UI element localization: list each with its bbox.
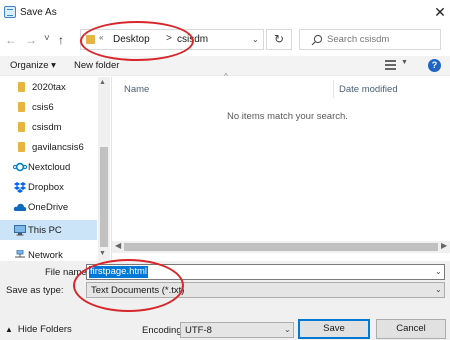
- view-options-icon[interactable]: [385, 60, 396, 70]
- new-folder-button[interactable]: New folder: [74, 60, 119, 71]
- pc-icon: [14, 225, 26, 239]
- chevron-down-icon[interactable]: ⌄: [435, 285, 442, 294]
- nav-item-2020tax[interactable]: 2020tax: [0, 77, 97, 97]
- dropbox-icon: [14, 181, 26, 196]
- cancel-button[interactable]: Cancel: [376, 319, 446, 339]
- chevron-down-icon[interactable]: ⌄: [252, 35, 259, 44]
- onedrive-icon: [13, 203, 27, 215]
- search-input[interactable]: [327, 32, 437, 47]
- organize-menu[interactable]: Organize ▾: [10, 60, 56, 71]
- column-header-name[interactable]: Name: [124, 84, 149, 95]
- breadcrumb-desktop[interactable]: Desktop: [113, 34, 150, 45]
- nav-item-label: csis6: [32, 102, 54, 113]
- scrollbar-thumb[interactable]: [100, 147, 108, 247]
- title-bar: Save As ✕: [0, 0, 450, 26]
- nav-item-label: Nextcloud: [28, 162, 71, 173]
- refresh-button[interactable]: ↻: [266, 29, 292, 50]
- nav-item-onedrive[interactable]: OneDrive: [0, 197, 97, 217]
- nav-item-label: This PC: [28, 225, 62, 236]
- chevron-down-icon[interactable]: ▼: [401, 59, 408, 66]
- folder-icon: [86, 35, 95, 44]
- hide-folders-button[interactable]: ▲ Hide Folders: [5, 324, 72, 335]
- breadcrumb-separator[interactable]: >: [166, 33, 172, 44]
- nav-item-label: Network: [28, 250, 63, 261]
- nav-item-dropbox[interactable]: Dropbox: [0, 177, 97, 197]
- nav-item-csis6[interactable]: csis6: [0, 97, 97, 117]
- encoding-select[interactable]: UTF-8 ⌄: [180, 322, 294, 338]
- file-name-label: File name:: [45, 267, 90, 278]
- search-icon: [311, 34, 323, 46]
- nav-item-label: Dropbox: [28, 182, 64, 193]
- nav-item-this-pc[interactable]: This PC: [0, 220, 97, 240]
- network-icon: [14, 249, 26, 261]
- address-bar[interactable]: « Desktop > csisdm: [80, 29, 264, 50]
- save-button[interactable]: Save: [298, 319, 370, 339]
- save-dialog-icon: [4, 6, 16, 18]
- nav-pane-scrollbar[interactable]: ▲ ▼: [98, 77, 110, 261]
- close-button[interactable]: ✕: [432, 3, 448, 21]
- nav-item-label: gavilancsis6: [32, 142, 84, 153]
- column-divider[interactable]: [333, 80, 334, 98]
- breadcrumb-csisdm[interactable]: csisdm: [177, 34, 208, 45]
- up-folder-icon[interactable]: ↑: [58, 33, 64, 47]
- nav-item-csisdm[interactable]: csisdm: [0, 117, 97, 137]
- nav-item-gavilancsis6[interactable]: gavilancsis6: [0, 137, 97, 157]
- nav-item-label: 2020tax: [32, 82, 66, 93]
- nextcloud-icon: [12, 162, 28, 175]
- window-title: Save As: [20, 7, 57, 18]
- breadcrumb-overflow-icon[interactable]: «: [99, 33, 103, 42]
- folder-icon: [18, 122, 25, 132]
- nav-item-nextcloud[interactable]: Nextcloud: [0, 157, 97, 177]
- save-as-type-value: Text Documents (*.txt): [91, 285, 185, 296]
- nav-item-network[interactable]: Network: [0, 245, 97, 261]
- search-box[interactable]: [299, 29, 441, 50]
- sort-ascending-icon: ^: [224, 72, 228, 81]
- back-icon[interactable]: ←: [5, 33, 17, 47]
- hide-folders-label: Hide Folders: [17, 324, 72, 335]
- navigation-pane: 2020tax csis6 csisdm gavilancsis6 Nextcl…: [0, 77, 111, 261]
- chevron-down-icon[interactable]: ⌄: [284, 325, 291, 334]
- save-as-type-label: Save as type:: [6, 285, 64, 296]
- folder-icon: [18, 82, 25, 92]
- horizontal-scrollbar[interactable]: ◀ ▶: [112, 241, 450, 253]
- folder-icon: [18, 102, 25, 112]
- encoding-label: Encoding:: [142, 325, 185, 336]
- forward-icon[interactable]: →: [25, 33, 37, 47]
- scroll-up-icon[interactable]: ▲: [99, 79, 106, 86]
- encoding-value: UTF-8: [185, 325, 212, 336]
- nav-item-label: csisdm: [32, 122, 62, 133]
- chevron-up-icon: ▲: [5, 325, 13, 334]
- help-icon[interactable]: ?: [428, 59, 441, 72]
- save-as-type-select[interactable]: Text Documents (*.txt) ⌄: [86, 282, 445, 298]
- folder-icon: [18, 142, 25, 152]
- scrollbar-thumb[interactable]: [124, 243, 438, 251]
- file-name-value: firstpage.html: [89, 266, 149, 278]
- file-name-input[interactable]: firstpage.html ⌄: [86, 264, 445, 280]
- column-header-date-modified[interactable]: Date modified: [339, 84, 398, 95]
- chevron-down-icon[interactable]: ⌄: [435, 267, 442, 276]
- recent-locations-icon[interactable]: ˅: [44, 32, 50, 46]
- scroll-left-icon[interactable]: ◀: [115, 241, 121, 250]
- empty-results-message: No items match your search.: [227, 111, 348, 122]
- scroll-right-icon[interactable]: ▶: [441, 241, 447, 250]
- pane-divider[interactable]: [111, 77, 112, 261]
- nav-item-label: OneDrive: [28, 202, 69, 213]
- scroll-down-icon[interactable]: ▼: [99, 250, 106, 257]
